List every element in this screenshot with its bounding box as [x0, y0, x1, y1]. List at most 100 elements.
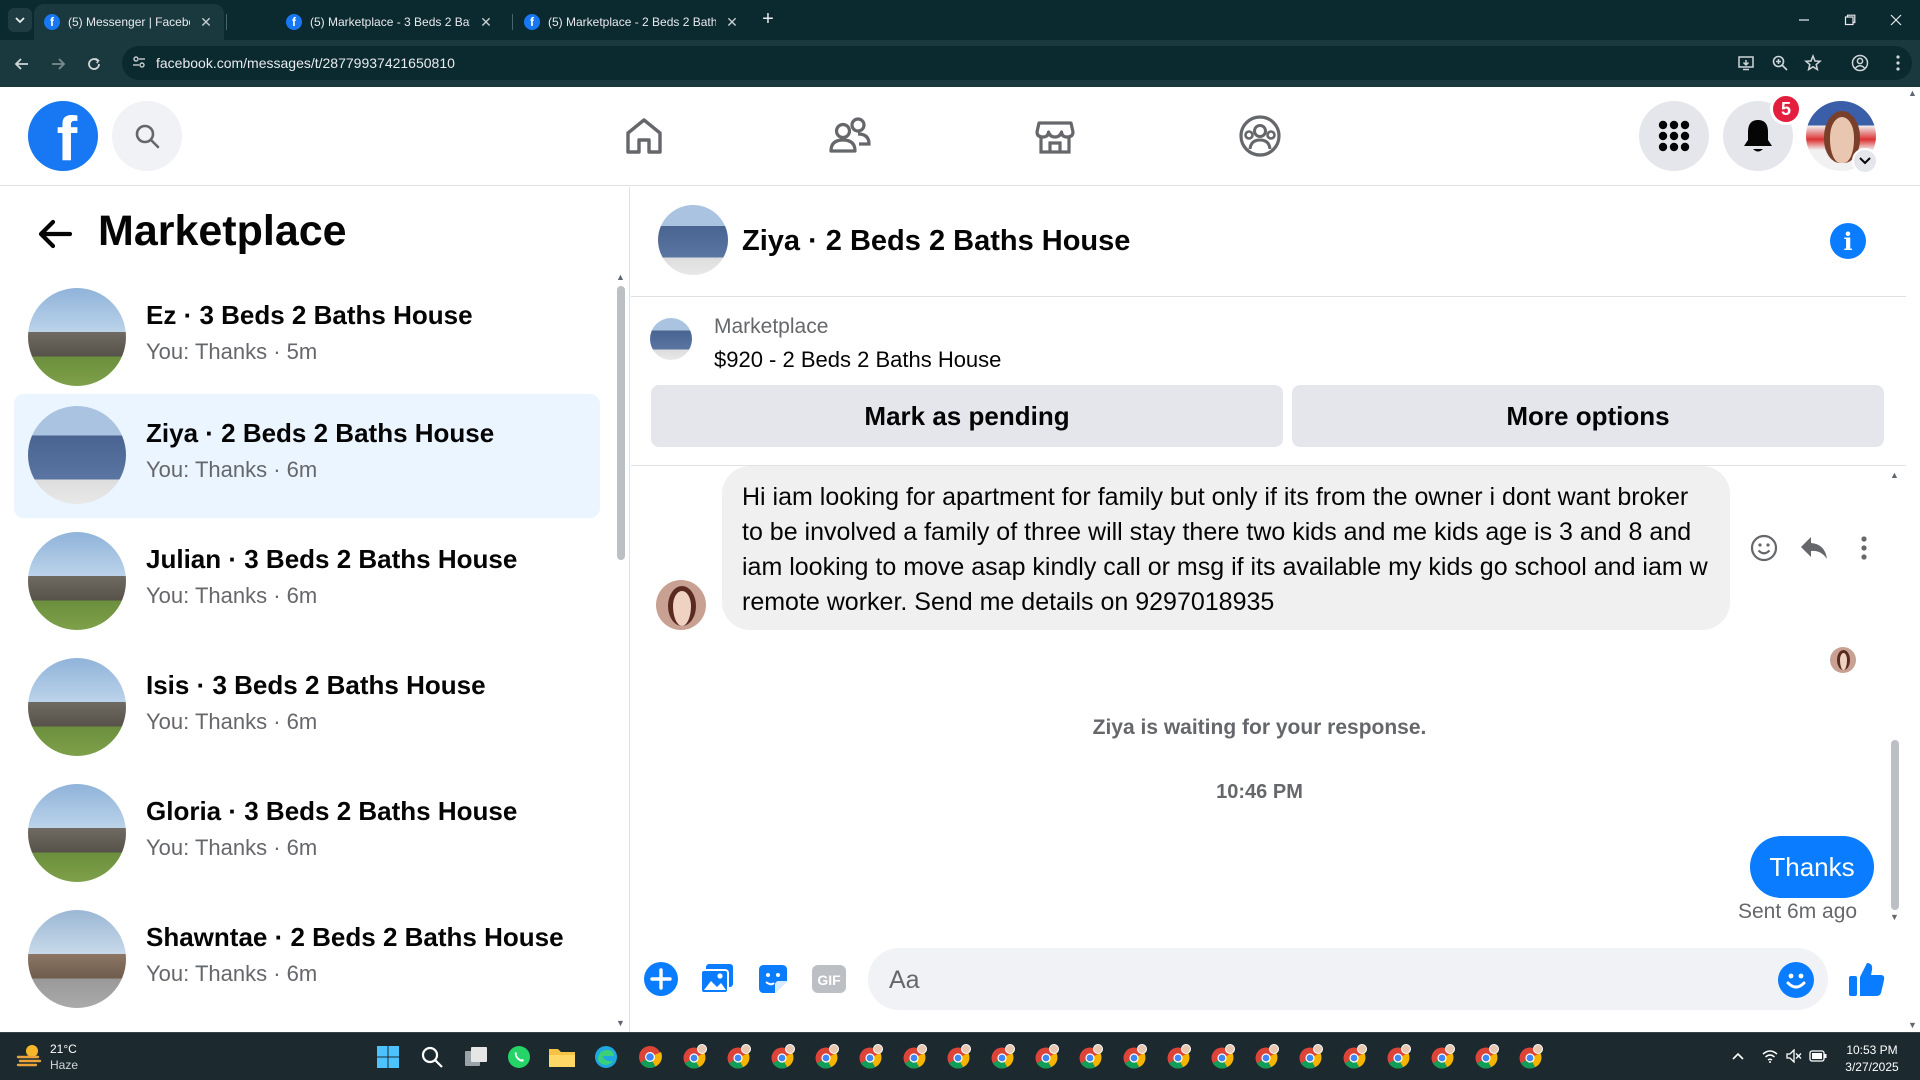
tab-search-button[interactable]	[8, 8, 32, 32]
more-options-button[interactable]: More options	[1292, 385, 1884, 447]
listing-price-title[interactable]: $920 - 2 Beds 2 Baths House	[714, 347, 1001, 373]
start-button[interactable]	[373, 1042, 403, 1072]
conversation-item[interactable]: Isis · 3 Beds 2 Baths House You: Thanks …	[14, 646, 600, 770]
close-tab-icon[interactable]: ✕	[724, 14, 740, 31]
tray-overflow-button[interactable]	[1728, 1046, 1748, 1066]
browser-tab-marketplace-2beds[interactable]: f (5) Marketplace - 2 Beds 2 Bath ✕	[514, 4, 750, 40]
browser-tab-marketplace-3beds[interactable]: f (5) Marketplace - 3 Beds 2 Bath ✕	[276, 4, 504, 40]
chrome-profile-taskbar-icon[interactable]	[943, 1042, 973, 1072]
message-input-placeholder[interactable]: Aa	[889, 966, 920, 995]
scroll-up-arrow-icon[interactable]: ▲	[616, 272, 625, 282]
nav-marketplace[interactable]	[1031, 112, 1079, 160]
info-icon[interactable]: i	[1830, 223, 1866, 259]
account-menu-caret[interactable]	[1852, 148, 1878, 174]
chrome-profile-taskbar-icon[interactable]	[1427, 1042, 1457, 1072]
sticker-button[interactable]	[754, 960, 792, 998]
attach-media-button[interactable]	[698, 960, 736, 998]
gif-button[interactable]: GIF	[810, 960, 848, 998]
react-button[interactable]	[1746, 530, 1782, 566]
chrome-profile-taskbar-icon[interactable]	[1207, 1042, 1237, 1072]
zoom-button[interactable]	[1769, 52, 1791, 74]
conversation-item-selected[interactable]: Ziya · 2 Beds 2 Baths House You: Thanks …	[14, 394, 600, 518]
battery-status[interactable]	[1808, 1046, 1828, 1066]
conversation-item[interactable]: Shawntae · 2 Beds 2 Baths House You: Tha…	[14, 898, 600, 1022]
nav-home[interactable]	[620, 112, 668, 160]
reply-button[interactable]	[1796, 530, 1832, 566]
restore-button[interactable]	[1830, 6, 1870, 34]
new-tab-button[interactable]: +	[758, 9, 778, 30]
chrome-profile-taskbar-icon[interactable]	[1251, 1042, 1281, 1072]
facebook-logo[interactable]: f	[28, 101, 98, 171]
site-info-icon[interactable]	[130, 53, 148, 71]
nav-friends[interactable]	[826, 112, 874, 160]
chrome-taskbar-icon[interactable]	[635, 1042, 665, 1072]
browser-tab-messenger[interactable]: f (5) Messenger | Facebook ✕	[34, 4, 224, 40]
close-tab-icon[interactable]: ✕	[198, 14, 214, 31]
search-button[interactable]	[112, 101, 182, 171]
chrome-profile-taskbar-icon[interactable]	[767, 1042, 797, 1072]
system-clock[interactable]: 10:53 PM 3/27/2025	[1830, 1042, 1914, 1076]
back-button[interactable]	[8, 50, 36, 78]
message-more-button[interactable]	[1846, 530, 1882, 566]
weather-temperature[interactable]: 21°C	[50, 1042, 77, 1056]
mark-as-pending-button[interactable]: Mark as pending	[651, 385, 1283, 447]
message-input[interactable]	[868, 948, 1828, 1010]
taskbar-search-button[interactable]	[417, 1042, 447, 1072]
sender-avatar[interactable]	[656, 580, 706, 630]
chrome-profile-taskbar-icon[interactable]	[1515, 1042, 1545, 1072]
chrome-profile-taskbar-icon[interactable]	[987, 1042, 1017, 1072]
chat-title[interactable]: Ziya · 2 Beds 2 Baths House	[742, 225, 1130, 258]
url-text[interactable]: facebook.com/messages/t/2877993742165081…	[156, 55, 455, 71]
close-window-button[interactable]	[1876, 6, 1916, 34]
scroll-up-arrow-icon[interactable]: ▲	[1890, 470, 1899, 480]
conversation-item[interactable]: Julian · 3 Beds 2 Baths House You: Thank…	[14, 520, 600, 644]
forward-button[interactable]	[44, 50, 72, 78]
close-tab-icon[interactable]: ✕	[478, 14, 494, 31]
install-app-button[interactable]	[1735, 52, 1757, 74]
menu-grid-button[interactable]	[1639, 101, 1709, 171]
page-scroll-up-arrow-icon[interactable]: ▲	[1908, 88, 1917, 98]
like-send-button[interactable]	[1846, 958, 1888, 1000]
scroll-down-arrow-icon[interactable]: ▼	[1890, 912, 1899, 922]
chrome-profile-taskbar-icon[interactable]	[1075, 1042, 1105, 1072]
wifi-status[interactable]	[1760, 1046, 1780, 1066]
chat-listing-avatar[interactable]	[658, 205, 728, 275]
task-view-button[interactable]	[461, 1042, 491, 1072]
chrome-profile-taskbar-icon[interactable]	[1383, 1042, 1413, 1072]
chrome-profile-taskbar-icon[interactable]	[1295, 1042, 1325, 1072]
chrome-profile-taskbar-icon[interactable]	[1119, 1042, 1149, 1072]
chrome-profile-taskbar-icon[interactable]	[1339, 1042, 1369, 1072]
scroll-down-arrow-icon[interactable]: ▼	[616, 1018, 625, 1028]
chrome-profile-taskbar-icon[interactable]	[1471, 1042, 1501, 1072]
edge-taskbar-icon[interactable]	[591, 1042, 621, 1072]
conversation-item[interactable]: Ez · 3 Beds 2 Baths House You: Thanks · …	[14, 276, 600, 400]
file-explorer-taskbar-icon[interactable]	[547, 1042, 577, 1072]
weather-description[interactable]: Haze	[50, 1058, 78, 1072]
more-actions-button[interactable]	[642, 960, 680, 998]
nav-groups[interactable]	[1236, 112, 1284, 160]
back-arrow-button[interactable]	[36, 215, 76, 255]
conversation-item[interactable]: Gloria · 3 Beds 2 Baths House You: Thank…	[14, 772, 600, 896]
chrome-profile-taskbar-icon[interactable]	[679, 1042, 709, 1072]
chrome-profile-taskbar-icon[interactable]	[899, 1042, 929, 1072]
reload-button[interactable]	[80, 50, 108, 78]
bookmark-button[interactable]	[1802, 52, 1824, 74]
chrome-profile-taskbar-icon[interactable]	[855, 1042, 885, 1072]
chrome-profile-taskbar-icon[interactable]	[1163, 1042, 1193, 1072]
listing-thumbnail[interactable]	[650, 318, 692, 360]
minimize-button[interactable]	[1784, 6, 1824, 34]
chrome-profile-taskbar-icon[interactable]	[1031, 1042, 1061, 1072]
conversation-preview: You: Thanks · 5m	[146, 339, 318, 364]
listing-thumbnail	[28, 910, 126, 1008]
page-scroll-down-arrow-icon[interactable]: ▼	[1908, 1020, 1917, 1030]
emoji-button[interactable]	[1778, 962, 1814, 998]
profile-button[interactable]	[1849, 52, 1871, 74]
weather-widget[interactable]	[16, 1042, 44, 1068]
browser-menu-button[interactable]	[1887, 52, 1909, 74]
volume-status[interactable]	[1784, 1046, 1804, 1066]
inbox-scrollbar[interactable]	[617, 286, 625, 560]
chrome-profile-taskbar-icon[interactable]	[723, 1042, 753, 1072]
chat-scrollbar[interactable]	[1891, 740, 1899, 910]
whatsapp-taskbar-icon[interactable]	[504, 1042, 534, 1072]
chrome-profile-taskbar-icon[interactable]	[811, 1042, 841, 1072]
